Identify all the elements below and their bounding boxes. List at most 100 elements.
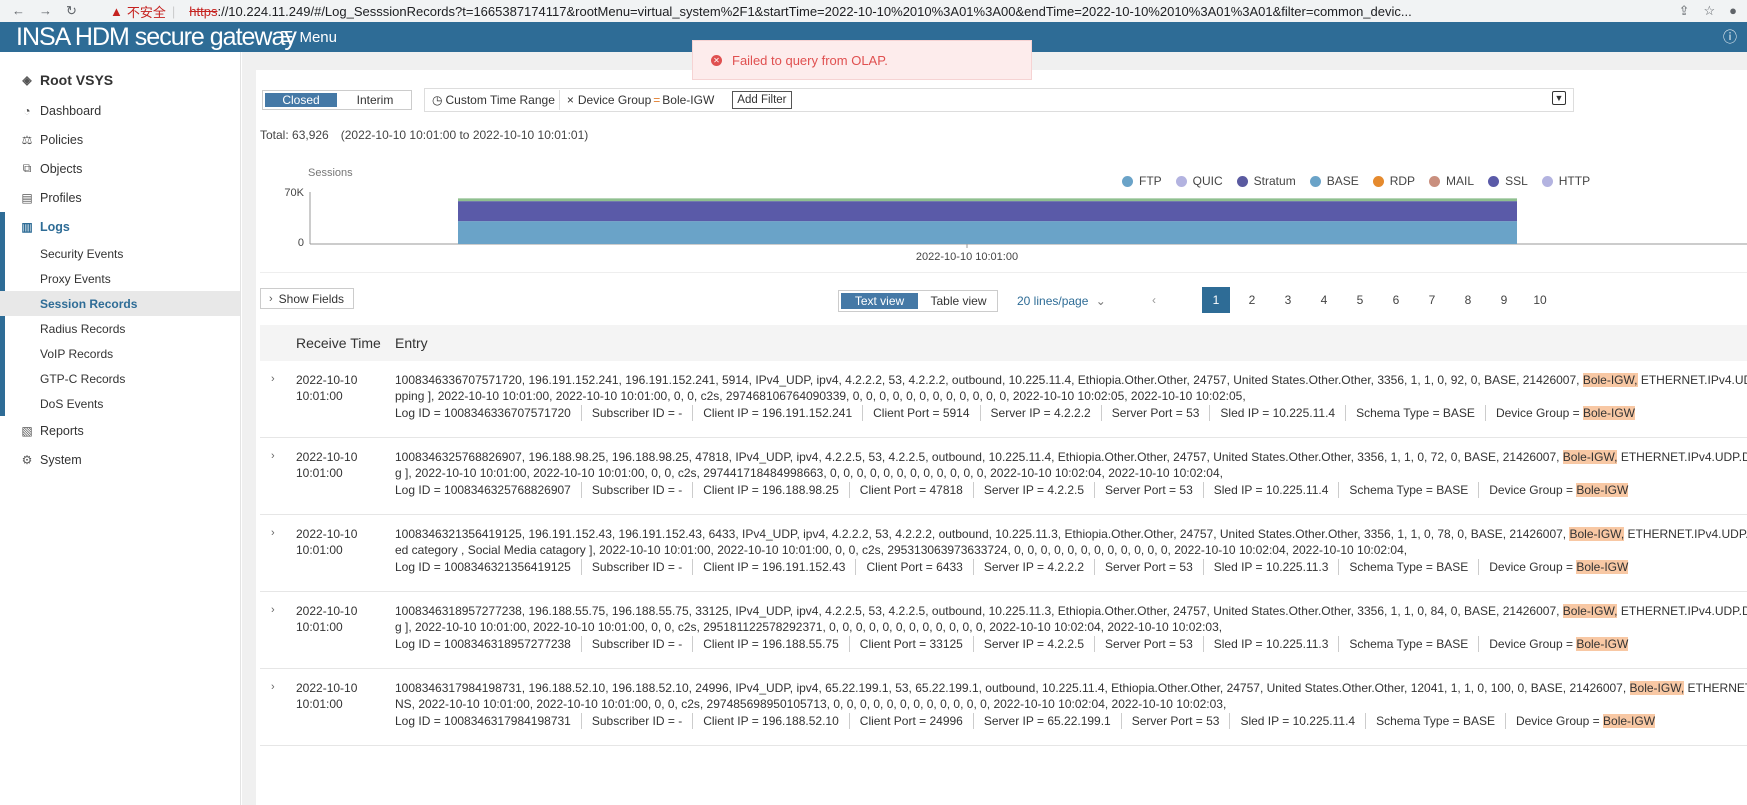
table-header: Receive Time Entry: [260, 325, 1747, 361]
entry-fields: Log ID = 1008346321356419125 Subscriber …: [395, 559, 1629, 575]
forward-arrow-icon[interactable]: →: [39, 3, 52, 19]
main-area: Closed Interim ◷ Custom Time Range × Dev…: [242, 52, 1747, 805]
col-entry: Entry: [395, 335, 428, 351]
legend-item-rdp[interactable]: RDP: [1372, 174, 1415, 188]
legend-label: HTTP: [1558, 174, 1591, 188]
entry-text: 1008346336707571720, 196.191.152.241, 19…: [395, 372, 1747, 421]
sidebar-item-system[interactable]: ⚙ System: [0, 445, 240, 474]
sidebar-item-security-events[interactable]: Security Events: [0, 241, 240, 266]
url-text: ://10.224.11.249/#/Log_SesssionRecords?t…: [217, 3, 1412, 19]
show-fields-button[interactable]: › Show Fields: [260, 288, 354, 309]
page-6[interactable]: 6: [1382, 287, 1410, 313]
page-4[interactable]: 4: [1310, 287, 1338, 313]
prev-page-icon[interactable]: ‹: [1140, 287, 1168, 313]
sidebar-item-logs[interactable]: ▥ Logs: [0, 212, 240, 241]
address-bar[interactable]: https://10.224.11.249/#/Log_SesssionReco…: [189, 4, 1689, 19]
page-10[interactable]: 10: [1526, 287, 1554, 313]
page-3[interactable]: 3: [1274, 287, 1302, 313]
receive-time: 2022-10-10 10:01:00: [296, 681, 358, 711]
page-2[interactable]: 2: [1238, 287, 1266, 313]
time-range-chip[interactable]: ◷ Custom Time Range: [428, 90, 560, 110]
sidebar-item-gtpc-records[interactable]: GTP-C Records: [0, 366, 240, 391]
sidebar-item-policies[interactable]: ⚖ Policies: [0, 125, 240, 154]
sidebar-logs-group: ▥ Logs Security Events Proxy Events Sess…: [0, 212, 240, 416]
share-icon[interactable]: ⇪: [1679, 3, 1690, 19]
clock-icon: ◷: [432, 93, 443, 107]
page-9[interactable]: 9: [1490, 287, 1518, 313]
entry-text: 1008346318957277238, 196.188.55.75, 196.…: [395, 604, 1747, 652]
records-list: › 2022-10-10 10:01:00 1008346336707571720…: [260, 361, 1747, 746]
objects-icon: ⧉: [22, 161, 32, 175]
remove-filter-icon[interactable]: ×: [567, 93, 574, 107]
legend-item-base[interactable]: BASE: [1309, 174, 1359, 188]
entry-fields: Log ID = 1008346318957277238 Subscriber …: [395, 636, 1629, 652]
receive-time: 2022-10-10 10:01:00: [296, 527, 358, 557]
sidebar-item-voip-records[interactable]: VoIP Records: [0, 341, 240, 366]
sidebar-item-dos-events[interactable]: DoS Events: [0, 391, 240, 416]
chart-band-other: [458, 198, 1517, 202]
menu-label: Menu: [299, 28, 337, 46]
reload-icon[interactable]: ↻: [66, 3, 77, 19]
bookmark-star-icon[interactable]: ☆: [1703, 3, 1715, 19]
pagination: ‹ 1 2 3 4 5 6 7 8 9 10: [1140, 287, 1562, 313]
warning-triangle-icon: ▲: [110, 3, 123, 19]
expand-row-icon[interactable]: ›: [271, 450, 275, 462]
layers-icon: ◈: [22, 73, 32, 87]
info-icon[interactable]: ⓘ: [1723, 27, 1737, 47]
add-filter-button[interactable]: Add Filter: [732, 91, 792, 109]
back-arrow-icon[interactable]: ←: [12, 3, 25, 19]
sidebar-item-root-vsys[interactable]: ◈ Root VSYS: [0, 64, 240, 96]
legend-item-stratum[interactable]: Stratum: [1236, 174, 1296, 188]
y-axis-label: Sessions: [308, 167, 353, 179]
page-8[interactable]: 8: [1454, 287, 1482, 313]
funnel-icon[interactable]: ▼: [1552, 91, 1566, 105]
sidebar-item-radius-records[interactable]: Radius Records: [0, 316, 240, 341]
device-group-filter-chip[interactable]: × Device Group = Bole-IGW: [563, 90, 718, 110]
page-5[interactable]: 5: [1346, 287, 1374, 313]
brand-logo: INSA HDM secure gateway: [16, 22, 297, 51]
chart-bars: [458, 198, 1517, 244]
gear-icon: ⚙: [21, 452, 33, 467]
expand-row-icon[interactable]: ›: [271, 681, 275, 693]
filter-bar[interactable]: ◷ Custom Time Range × Device Group = Bol…: [424, 88, 1574, 112]
expand-row-icon[interactable]: ›: [271, 373, 275, 385]
col-receive-time[interactable]: Receive Time: [296, 335, 381, 351]
lines-per-page-select[interactable]: 20 lines/page ⌄: [1017, 294, 1106, 308]
entry-fields: Log ID = 1008346317984198731 Subscriber …: [395, 713, 1656, 729]
sidebar-item-session-records[interactable]: Session Records: [0, 291, 240, 316]
tab-interim[interactable]: Interim: [339, 91, 411, 109]
chart-band-base: [458, 221, 1517, 244]
legend-label: Stratum: [1253, 174, 1296, 188]
expand-row-icon[interactable]: ›: [271, 604, 275, 616]
legend-item-ssl[interactable]: SSL: [1488, 174, 1528, 188]
entry-fields: Log ID = 1008346336707571720 Subscriber …: [395, 405, 1635, 421]
expand-row-icon[interactable]: ›: [271, 527, 275, 539]
legend-item-http[interactable]: HTTP: [1541, 174, 1591, 188]
security-warning[interactable]: ▲ 不安全: [110, 2, 166, 21]
sidebar-item-profiles[interactable]: ▤ Profiles: [0, 183, 240, 212]
chevron-down-icon: ⌄: [1095, 294, 1106, 308]
tab-closed[interactable]: Closed: [265, 93, 337, 107]
sidebar-item-objects[interactable]: ⧉ Objects: [0, 154, 240, 183]
y-tick-bottom: 0: [298, 237, 304, 249]
sidebar-item-dashboard[interactable]: ◔ Dashboard: [0, 96, 240, 125]
legend-item-ftp[interactable]: FTP: [1122, 174, 1162, 188]
legend-label: SSL: [1505, 174, 1528, 188]
sidebar-item-reports[interactable]: ▧ Reports: [0, 416, 240, 445]
legend-label: FTP: [1139, 174, 1162, 188]
legend-item-mail[interactable]: MAIL: [1429, 174, 1474, 188]
total-summary: Total: 63,926 (2022-10-10 10:01:00 to 202…: [260, 128, 589, 142]
legend-dot: [1175, 175, 1187, 187]
legend-item-quic[interactable]: QUIC: [1175, 174, 1223, 188]
sidebar-item-proxy-events[interactable]: Proxy Events: [0, 266, 240, 291]
section-divider: [260, 272, 1747, 273]
error-icon: ✕: [711, 54, 722, 66]
page-7[interactable]: 7: [1418, 287, 1446, 313]
page-1[interactable]: 1: [1202, 287, 1230, 313]
receive-time: 2022-10-10 10:01:00: [296, 373, 358, 403]
extension-icon[interactable]: ●: [1729, 3, 1737, 19]
table-view-button[interactable]: Table view: [920, 291, 997, 311]
menu-button[interactable]: ☰ Menu: [280, 28, 337, 47]
text-view-button[interactable]: Text view: [841, 293, 918, 309]
profile-doc-icon: ▤: [21, 190, 33, 205]
